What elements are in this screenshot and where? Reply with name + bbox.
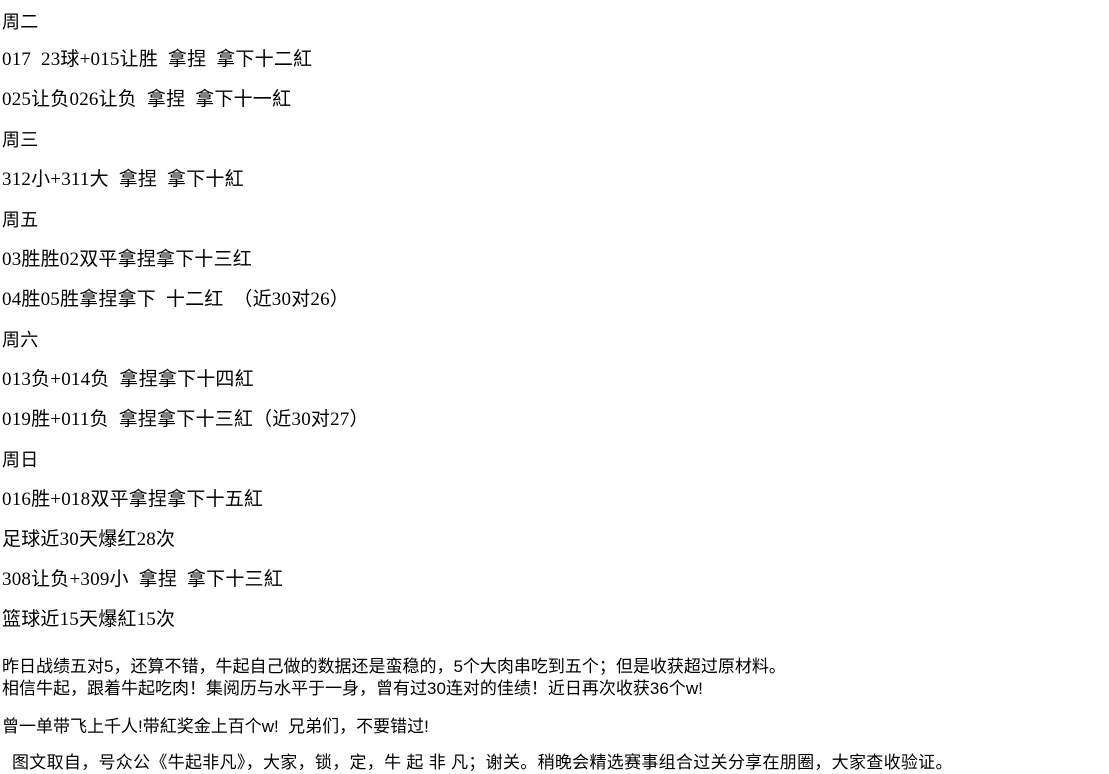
stat-line: 篮球近15天爆紅15次 <box>2 609 176 630</box>
day-heading: 周六 <box>2 330 39 350</box>
tip-entry: 03胜胜02双平拿捏拿下十三红 <box>2 249 253 270</box>
tip-list: 周二 017 23球+015让胜 拿捏 拿下十二紅 025让负026让负 拿捏 … <box>0 4 1109 640</box>
source-attribution: 图文取自，号众公《牛起非凡》，大家，锁，定，牛 起 非 凡；谢关。稍晚会精选赛事… <box>12 753 953 772</box>
promo-bottom-gap <box>2 738 1109 752</box>
document-page: 周二 017 23球+015让胜 拿捏 拿下十二紅 025让负026让负 拿捏 … <box>0 0 1109 772</box>
tip-entry: 308让负+309小 拿捏 拿下十三紅 <box>2 569 283 590</box>
promo-callout: 曾一单带飞上千人!带紅奖金上百个w! 兄弟们，不要错过! <box>2 717 429 736</box>
promo-block: 昨日战绩五对5，还算不错，牛起自己做的数据还是蛮稳的，5个大肉串吃到五个；但是收… <box>0 656 1109 774</box>
day-heading: 周五 <box>2 210 39 230</box>
promo-top-gap <box>0 640 1109 656</box>
tip-entry: 025让负026让负 拿捏 拿下十一紅 <box>2 89 292 110</box>
promo-paragraph-line: 昨日战绩五对5，还算不错，牛起自己做的数据还是蛮稳的，5个大肉串吃到五个；但是收… <box>2 657 786 676</box>
stat-line: 足球近30天爆红28次 <box>2 529 176 550</box>
tip-entry: 312小+311大 拿捏 拿下十紅 <box>2 169 244 190</box>
tip-entry: 016胜+018双平拿捏拿下十五紅 <box>2 489 264 510</box>
tip-entry: 019胜+011负 拿捏拿下十三紅（近30对27） <box>2 409 369 430</box>
day-heading: 周二 <box>2 12 39 32</box>
promo-paragraph-line: 相信牛起，跟着牛起吃肉！集阅历与水平于一身，曾有过30连对的佳绩！近日再次收获3… <box>2 679 703 698</box>
tip-entry: 013负+014负 拿捏拿下十四紅 <box>2 369 254 390</box>
tip-entry: 04胜05胜拿捏拿下 十二红 （近30对26） <box>2 289 350 310</box>
tip-entry: 017 23球+015让胜 拿捏 拿下十二紅 <box>2 49 313 70</box>
promo-mid-gap <box>2 700 1109 716</box>
day-heading: 周日 <box>2 450 39 470</box>
day-heading: 周三 <box>2 130 39 150</box>
